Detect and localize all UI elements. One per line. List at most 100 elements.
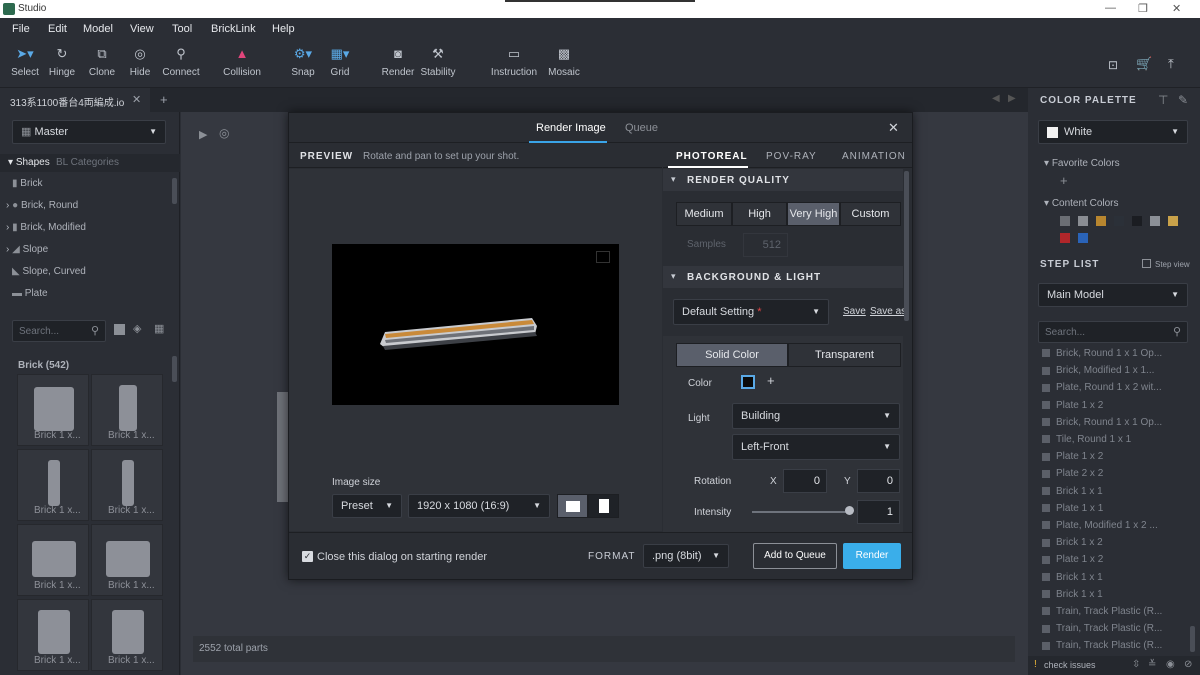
collision-tool-button[interactable]: ▲ Collision bbox=[217, 44, 267, 84]
filter-icon[interactable]: ◈ bbox=[133, 322, 141, 335]
step-list-item[interactable]: Plate 2 x 2 bbox=[1042, 468, 1103, 479]
content-color-swatch[interactable] bbox=[1132, 216, 1142, 226]
menu-tool[interactable]: Tool bbox=[172, 23, 192, 35]
content-color-swatch[interactable] bbox=[1078, 233, 1088, 243]
close-window-icon[interactable]: ✕ bbox=[1172, 2, 1181, 15]
landscape-orientation-button[interactable] bbox=[557, 494, 588, 518]
part-thumb[interactable]: Brick 1 x... bbox=[91, 374, 163, 446]
step-list-item[interactable]: Brick 1 x 1 bbox=[1042, 572, 1103, 583]
fullscreen-icon[interactable] bbox=[596, 251, 610, 263]
step-list-item[interactable]: Plate, Round 1 x 2 wit... bbox=[1042, 382, 1162, 393]
content-color-swatch[interactable] bbox=[1096, 216, 1106, 226]
step-list-item[interactable]: Brick 1 x 1 bbox=[1042, 589, 1103, 600]
category-item[interactable]: ▮ Brick bbox=[12, 178, 172, 189]
step-list-item[interactable]: Brick, Round 1 x 1 Op... bbox=[1042, 348, 1162, 359]
image-size-preset-select[interactable]: Preset ▼ bbox=[332, 494, 402, 518]
content-color-swatch[interactable] bbox=[1060, 216, 1070, 226]
menu-view[interactable]: View bbox=[130, 23, 154, 35]
step-list-item[interactable]: Plate 1 x 1 bbox=[1042, 503, 1103, 514]
upload-icon[interactable]: ⤒ bbox=[1168, 56, 1174, 72]
tab-scroll-left-icon[interactable]: ◀ bbox=[992, 93, 1000, 104]
content-colors-header[interactable]: ▾ Content Colors bbox=[1044, 198, 1119, 209]
part-thumb[interactable]: Brick 1 x... bbox=[17, 374, 89, 446]
collapse-icon[interactable]: ≚ bbox=[1148, 659, 1156, 670]
close-dialog-icon[interactable]: ✕ bbox=[888, 120, 899, 136]
bl-categories-tab[interactable]: BL Categories bbox=[56, 157, 119, 168]
intensity-input[interactable]: 1 bbox=[857, 500, 900, 524]
part-thumb[interactable]: Brick 1 x... bbox=[91, 449, 163, 521]
content-color-swatch[interactable] bbox=[1078, 216, 1088, 226]
step-list-item[interactable]: Train, Track Plastic (R... bbox=[1042, 606, 1162, 617]
part-thumb[interactable]: Brick 1 x... bbox=[17, 449, 89, 521]
render-quality-header[interactable]: ▾ RENDER QUALITY bbox=[663, 169, 903, 191]
close-tab-icon[interactable]: ✕ bbox=[132, 93, 141, 106]
step-list-item[interactable]: Train, Track Plastic (R... bbox=[1042, 640, 1162, 651]
background-setting-select[interactable]: Default Setting * ▼ bbox=[673, 299, 829, 325]
tab-render-image[interactable]: Render Image bbox=[536, 122, 606, 134]
render-button[interactable]: Render bbox=[843, 543, 901, 569]
category-item[interactable]: › ◢ Slope bbox=[6, 244, 166, 255]
format-select[interactable]: .png (8bit) ▼ bbox=[643, 544, 729, 568]
quality-very-high-button[interactable]: Very High bbox=[787, 202, 840, 226]
add-color-icon[interactable]: + bbox=[767, 373, 775, 388]
connect-tool-button[interactable]: ⚲ Connect bbox=[156, 44, 206, 84]
step-list-item[interactable]: Brick 1 x 2 bbox=[1042, 537, 1103, 548]
mosaic-tool-button[interactable]: ▩ Mosaic bbox=[539, 44, 589, 84]
tile-view-icon[interactable]: ▦ bbox=[154, 322, 164, 335]
step-list-item[interactable]: Tile, Round 1 x 1 bbox=[1042, 434, 1131, 445]
step-list-scrollbar[interactable] bbox=[1190, 626, 1195, 652]
content-color-swatch[interactable] bbox=[1168, 216, 1178, 226]
rotation-x-input[interactable]: 0 bbox=[783, 469, 827, 493]
palette-select[interactable]: ▦ Master ▼ bbox=[12, 120, 166, 144]
shapes-tab[interactable]: ▾ Shapes bbox=[8, 157, 50, 168]
instruction-tool-button[interactable]: ▭ Instruction bbox=[489, 44, 539, 84]
step-list-item[interactable]: Plate 1 x 2 bbox=[1042, 554, 1103, 565]
tab-scroll-right-icon[interactable]: ▶ bbox=[1008, 93, 1016, 104]
grid-tool-button[interactable]: ▦▾ Grid bbox=[315, 44, 365, 84]
add-favorite-icon[interactable]: + bbox=[1060, 173, 1068, 188]
quality-custom-button[interactable]: Custom bbox=[840, 202, 901, 226]
menu-help[interactable]: Help bbox=[272, 23, 295, 35]
category-scrollbar[interactable] bbox=[172, 178, 177, 204]
content-color-swatch[interactable] bbox=[1150, 216, 1160, 226]
cart-icon[interactable]: 🛒 bbox=[1136, 56, 1152, 72]
paint-roller-icon[interactable]: ⊤ bbox=[1158, 93, 1168, 107]
tab-pov-ray[interactable]: POV-RAY bbox=[766, 151, 817, 162]
step-search-input[interactable]: Search... ⚲ bbox=[1038, 321, 1188, 343]
background-light-header[interactable]: ▾ BACKGROUND & LIGHT bbox=[663, 266, 903, 288]
category-item[interactable]: › ● Brick, Round bbox=[6, 200, 166, 211]
step-list-item[interactable]: Train, Track Plastic (R... bbox=[1042, 623, 1162, 634]
part-thumb[interactable]: Brick 1 x... bbox=[17, 524, 89, 596]
grid-view-icon[interactable] bbox=[114, 324, 125, 335]
resolution-select[interactable]: 1920 x 1080 (16:9) ▼ bbox=[408, 494, 550, 518]
minimize-icon[interactable]: — bbox=[1105, 2, 1116, 14]
step-list-item[interactable]: Brick, Round 1 x 1 Op... bbox=[1042, 417, 1162, 428]
quality-medium-button[interactable]: Medium bbox=[676, 202, 732, 226]
color-select[interactable]: White ▼ bbox=[1038, 120, 1188, 144]
rotation-y-input[interactable]: 0 bbox=[857, 469, 900, 493]
portrait-orientation-button[interactable] bbox=[588, 494, 619, 518]
light-preset-select[interactable]: Building ▼ bbox=[732, 403, 900, 429]
camera-icon[interactable]: ▶ bbox=[199, 128, 207, 141]
step-list-item[interactable]: Brick 1 x 1 bbox=[1042, 486, 1103, 497]
close-on-render-checkbox[interactable]: ✓ bbox=[302, 551, 313, 562]
transparent-button[interactable]: Transparent bbox=[788, 343, 901, 367]
maximize-icon[interactable]: ❐ bbox=[1138, 2, 1148, 15]
background-color-swatch[interactable] bbox=[741, 375, 755, 389]
step-list-item[interactable]: Plate 1 x 2 bbox=[1042, 451, 1103, 462]
content-color-swatch[interactable] bbox=[1060, 233, 1070, 243]
parts-search-input[interactable]: Search... ⚲ bbox=[12, 320, 106, 342]
expand-icon[interactable]: ⊡ bbox=[1108, 58, 1118, 72]
step-list-item[interactable]: Plate 1 x 2 bbox=[1042, 400, 1103, 411]
category-item[interactable]: › ▮ Brick, Modified bbox=[6, 222, 166, 233]
eye-icon[interactable]: ◉ bbox=[1166, 659, 1175, 670]
quality-high-button[interactable]: High bbox=[732, 202, 787, 226]
step-view-checkbox[interactable] bbox=[1142, 259, 1151, 268]
expand-collapse-icon[interactable]: ⇳ bbox=[1132, 659, 1140, 670]
settings-scrollbar[interactable] bbox=[904, 171, 909, 321]
tab-queue[interactable]: Queue bbox=[625, 122, 658, 134]
intensity-slider-handle[interactable] bbox=[845, 506, 854, 515]
step-list-item[interactable]: Plate, Modified 1 x 2 ... bbox=[1042, 520, 1158, 531]
tab-animation[interactable]: ANIMATION bbox=[842, 151, 906, 162]
menu-model[interactable]: Model bbox=[83, 23, 113, 35]
